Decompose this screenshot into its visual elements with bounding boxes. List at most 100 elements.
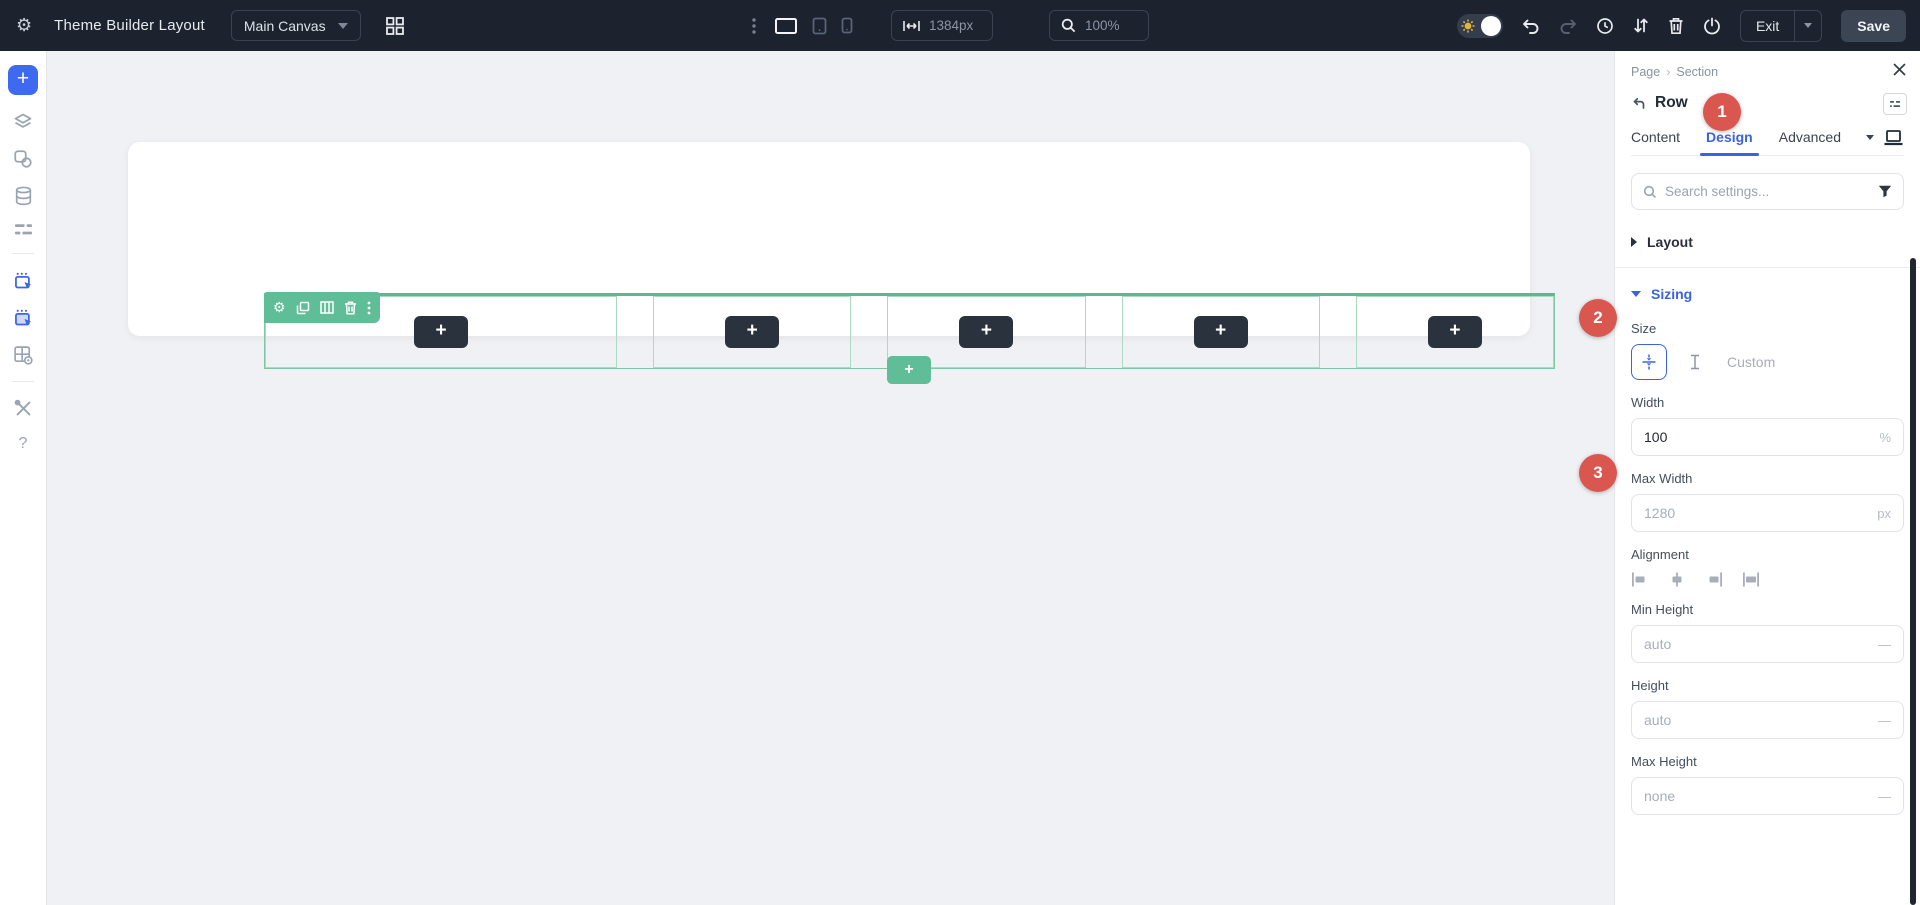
settings-search-field <box>1631 173 1904 210</box>
filter-funnel-icon[interactable] <box>1878 185 1892 198</box>
min-height-label: Min Height <box>1631 602 1904 617</box>
duplicate-icon[interactable] <box>296 301 310 315</box>
row-more-kebab-icon[interactable] <box>367 301 371 315</box>
top-toolbar: ⚙ Theme Builder Layout Main Canvas <box>0 0 1920 51</box>
toggle-knob <box>1481 16 1501 36</box>
document-title: Theme Builder Layout <box>54 17 205 34</box>
add-widget-button[interactable]: + <box>959 316 1013 348</box>
width-unit[interactable]: % <box>1879 430 1891 445</box>
back-arrow-icon[interactable] <box>1631 96 1646 110</box>
breakpoint-dropdown-chevron[interactable] <box>1866 135 1874 140</box>
width-input[interactable] <box>1644 429 1879 445</box>
left-sidebar: + ? <box>0 51 47 905</box>
canvas-selector-value: Main Canvas <box>244 18 326 34</box>
min-height-input[interactable] <box>1644 636 1878 652</box>
canvas-column[interactable]: + <box>1356 296 1554 368</box>
zoom-input[interactable] <box>1085 18 1137 33</box>
form-fields-icon[interactable] <box>14 223 33 237</box>
chevron-down-icon <box>338 23 348 29</box>
add-widget-button[interactable]: + <box>1194 316 1248 348</box>
section-sizing-label: Sizing <box>1651 286 1692 302</box>
align-right-button[interactable] <box>1705 572 1723 587</box>
min-height-field: — <box>1631 625 1904 663</box>
canvas-column[interactable]: + <box>653 296 851 368</box>
delete-row-trash-icon[interactable] <box>344 301 357 315</box>
panel-scrollbar[interactable] <box>1910 258 1916 905</box>
theme-mode-toggle[interactable] <box>1457 14 1503 38</box>
height-unit[interactable]: — <box>1878 713 1891 728</box>
annotation-badge-1: 1 <box>1703 93 1741 131</box>
undo-icon[interactable] <box>1522 18 1540 34</box>
builder-settings-gear-icon[interactable]: ⚙ <box>16 15 32 36</box>
row-settings-gear-icon[interactable]: ⚙ <box>273 299 286 316</box>
tab-design[interactable]: Design <box>1706 129 1753 145</box>
tablet-breakpoint-icon[interactable] <box>812 17 827 35</box>
max-width-unit[interactable]: px <box>1877 506 1891 521</box>
size-custom-button[interactable] <box>1677 344 1713 380</box>
breadcrumb-current[interactable]: Section <box>1676 65 1718 79</box>
add-widget-button[interactable]: + <box>725 316 779 348</box>
add-widget-button[interactable]: + <box>1428 316 1482 348</box>
settings-panel: Page › Section Row Content Design Advanc… <box>1614 51 1920 905</box>
canvas-column[interactable]: + <box>1122 296 1320 368</box>
trash-icon[interactable] <box>1668 17 1684 35</box>
select-element-filled-icon[interactable] <box>13 308 33 328</box>
add-element-button[interactable]: + <box>8 65 38 95</box>
row-context-toolbar: ⚙ <box>264 292 380 323</box>
panel-layout-toggle-icon[interactable] <box>1883 93 1907 115</box>
section-layout[interactable]: Layout <box>1615 216 1920 268</box>
tab-content[interactable]: Content <box>1631 129 1680 145</box>
zoom-magnifier-icon <box>1061 18 1076 33</box>
grid-view-icon[interactable] <box>385 16 405 36</box>
chevron-down-icon <box>1804 23 1812 28</box>
layers-icon[interactable] <box>13 112 33 132</box>
element-title: Row <box>1655 94 1688 112</box>
zoom-field <box>1049 10 1149 41</box>
design-library-icon[interactable] <box>13 149 33 169</box>
canvas-selector-dropdown[interactable]: Main Canvas <box>231 10 361 41</box>
desktop-breakpoint-icon[interactable] <box>774 17 798 35</box>
import-export-arrows-icon[interactable] <box>1633 17 1649 34</box>
page-preview-card: + + + + + ⚙ + <box>128 142 1530 336</box>
section-sizing[interactable]: Sizing <box>1615 268 1920 319</box>
caret-right-icon <box>1631 237 1637 247</box>
select-element-icon[interactable] <box>13 271 33 291</box>
close-icon[interactable] <box>1892 62 1907 77</box>
mobile-breakpoint-icon[interactable] <box>841 17 853 34</box>
redo-icon[interactable] <box>1559 18 1577 34</box>
max-height-unit[interactable]: — <box>1878 789 1891 804</box>
align-left-button[interactable] <box>1631 572 1649 587</box>
max-height-input[interactable] <box>1644 788 1878 804</box>
height-field: — <box>1631 701 1904 739</box>
max-height-field: — <box>1631 777 1904 815</box>
height-input[interactable] <box>1644 712 1878 728</box>
size-custom-label: Custom <box>1727 354 1775 370</box>
size-fit-button[interactable] <box>1631 344 1667 380</box>
more-options-kebab-icon[interactable] <box>752 18 756 34</box>
section-layout-label: Layout <box>1647 234 1693 250</box>
max-width-input[interactable] <box>1644 505 1877 521</box>
max-height-label: Max Height <box>1631 754 1904 769</box>
add-widget-button[interactable]: + <box>414 316 468 348</box>
add-row-button[interactable]: + <box>887 356 931 384</box>
align-stretch-button[interactable] <box>1742 572 1760 587</box>
exit-dropdown-chevron[interactable] <box>1794 11 1821 41</box>
min-height-unit[interactable]: — <box>1878 637 1891 652</box>
power-icon[interactable] <box>1703 17 1721 35</box>
caret-down-icon <box>1631 291 1641 297</box>
grid-settings-icon[interactable] <box>13 345 33 365</box>
align-center-button[interactable] <box>1668 572 1686 587</box>
laptop-breakpoint-icon[interactable] <box>1883 129 1904 146</box>
exit-button[interactable]: Exit <box>1741 11 1794 41</box>
height-label: Height <box>1631 678 1904 693</box>
breadcrumb-root[interactable]: Page <box>1631 65 1660 79</box>
canvas-width-input[interactable] <box>929 18 981 33</box>
help-icon[interactable]: ? <box>19 435 28 453</box>
columns-icon[interactable] <box>320 301 334 314</box>
history-clock-icon[interactable] <box>1596 17 1614 35</box>
save-button[interactable]: Save <box>1841 10 1906 42</box>
database-icon[interactable] <box>14 186 33 206</box>
tab-advanced[interactable]: Advanced <box>1779 129 1841 145</box>
tools-icon[interactable] <box>14 399 33 418</box>
settings-search-input[interactable] <box>1665 184 1870 199</box>
